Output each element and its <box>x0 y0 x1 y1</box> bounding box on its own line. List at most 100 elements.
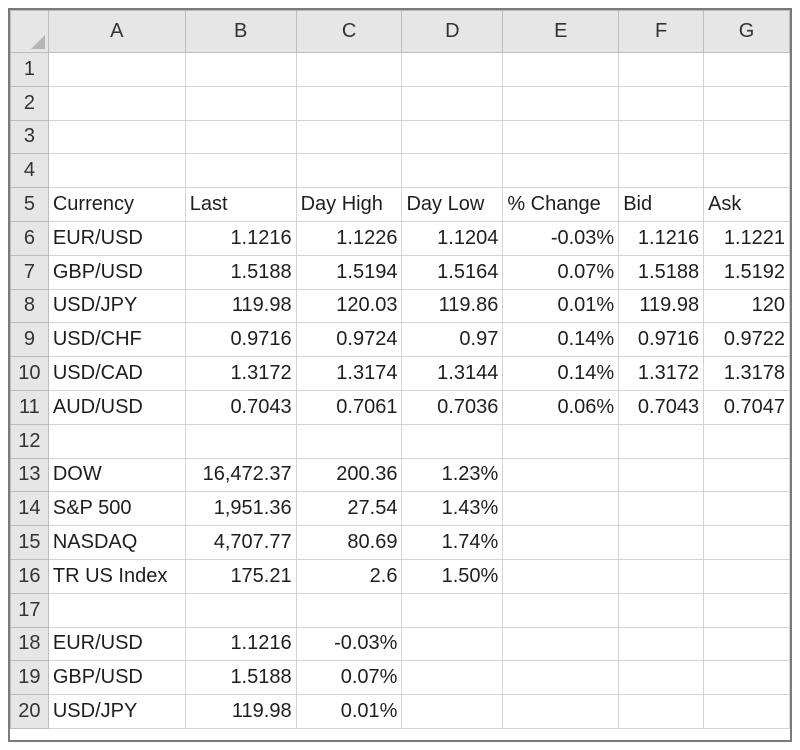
cell-e16[interactable] <box>502 558 620 594</box>
cell-g6[interactable]: 1.1221 <box>703 220 790 256</box>
cell-c3[interactable] <box>295 119 403 155</box>
cell-e14[interactable] <box>502 491 620 527</box>
cell-e17[interactable] <box>502 592 620 628</box>
cell-c20[interactable]: 0.01% <box>295 694 403 729</box>
cell-e8[interactable]: 0.01% <box>502 288 620 324</box>
cell-a9[interactable]: USD/CHF <box>47 322 186 358</box>
cell-b2[interactable] <box>184 85 297 121</box>
cell-c16[interactable]: 2.6 <box>295 558 403 594</box>
cell-e11[interactable]: 0.06% <box>502 389 620 425</box>
cell-d20[interactable] <box>401 694 504 729</box>
cell-c13[interactable]: 200.36 <box>295 457 403 493</box>
cell-g15[interactable] <box>703 525 790 560</box>
cell-d2[interactable] <box>401 85 504 121</box>
cell-b1[interactable] <box>184 52 297 87</box>
cell-e15[interactable] <box>502 525 620 560</box>
cell-a16[interactable]: TR US Index <box>47 558 186 594</box>
cell-g20[interactable] <box>703 694 790 729</box>
cell-b5[interactable]: Last <box>184 187 297 222</box>
cell-d11[interactable]: 0.7036 <box>401 389 504 425</box>
cell-f20[interactable] <box>618 694 705 729</box>
cell-a3[interactable] <box>47 119 186 155</box>
cell-f12[interactable] <box>618 423 705 459</box>
cell-c17[interactable] <box>295 592 403 628</box>
cell-b16[interactable]: 175.21 <box>184 558 297 594</box>
cell-c6[interactable]: 1.1226 <box>295 220 403 256</box>
cell-d16[interactable]: 1.50% <box>401 558 504 594</box>
select-all-corner[interactable] <box>10 10 49 53</box>
cell-f5[interactable]: Bid <box>618 187 705 222</box>
cell-b10[interactable]: 1.3172 <box>184 356 297 391</box>
cell-c5[interactable]: Day High <box>295 187 403 222</box>
cell-a8[interactable]: USD/JPY <box>47 288 186 324</box>
cell-c19[interactable]: 0.07% <box>295 660 403 696</box>
cell-d18[interactable] <box>401 626 504 662</box>
cell-f7[interactable]: 1.5188 <box>618 254 705 290</box>
cell-d4[interactable] <box>401 153 504 189</box>
cell-a12[interactable] <box>47 423 186 459</box>
cell-f8[interactable]: 119.98 <box>618 288 705 324</box>
cell-g16[interactable] <box>703 558 790 594</box>
cell-c15[interactable]: 80.69 <box>295 525 403 560</box>
cell-d17[interactable] <box>401 592 504 628</box>
cell-a11[interactable]: AUD/USD <box>47 389 186 425</box>
cell-d12[interactable] <box>401 423 504 459</box>
row-header[interactable]: 5 <box>10 187 49 222</box>
cell-c9[interactable]: 0.9724 <box>295 322 403 358</box>
row-header[interactable]: 11 <box>10 389 49 425</box>
cell-e9[interactable]: 0.14% <box>502 322 620 358</box>
cell-c18[interactable]: -0.03% <box>295 626 403 662</box>
cell-c10[interactable]: 1.3174 <box>295 356 403 391</box>
cell-d3[interactable] <box>401 119 504 155</box>
row-header[interactable]: 8 <box>10 288 49 324</box>
cell-b8[interactable]: 119.98 <box>184 288 297 324</box>
column-header-g[interactable]: G <box>703 10 790 53</box>
cell-a5[interactable]: Currency <box>47 187 186 222</box>
column-header-b[interactable]: B <box>184 10 297 53</box>
cell-b12[interactable] <box>184 423 297 459</box>
cell-g2[interactable] <box>703 85 790 121</box>
cell-b7[interactable]: 1.5188 <box>184 254 297 290</box>
cell-e6[interactable]: -0.03% <box>502 220 620 256</box>
cell-a4[interactable] <box>47 153 186 189</box>
cell-a10[interactable]: USD/CAD <box>47 356 186 391</box>
cell-e7[interactable]: 0.07% <box>502 254 620 290</box>
cell-g17[interactable] <box>703 592 790 628</box>
cell-c2[interactable] <box>295 85 403 121</box>
cell-e18[interactable] <box>502 626 620 662</box>
cell-d14[interactable]: 1.43% <box>401 491 504 527</box>
cell-d7[interactable]: 1.5164 <box>401 254 504 290</box>
column-header-a[interactable]: A <box>47 10 186 53</box>
row-header[interactable]: 15 <box>10 525 49 560</box>
row-header[interactable]: 20 <box>10 694 49 729</box>
cell-f16[interactable] <box>618 558 705 594</box>
cell-b20[interactable]: 119.98 <box>184 694 297 729</box>
cell-g7[interactable]: 1.5192 <box>703 254 790 290</box>
cell-f3[interactable] <box>618 119 705 155</box>
cell-e1[interactable] <box>502 52 620 87</box>
cell-a20[interactable]: USD/JPY <box>47 694 186 729</box>
cell-b13[interactable]: 16,472.37 <box>184 457 297 493</box>
cell-d6[interactable]: 1.1204 <box>401 220 504 256</box>
row-header[interactable]: 12 <box>10 423 49 459</box>
column-header-c[interactable]: C <box>295 10 403 53</box>
row-header[interactable]: 19 <box>10 660 49 696</box>
row-header[interactable]: 1 <box>10 52 49 87</box>
cell-g13[interactable] <box>703 457 790 493</box>
cell-a15[interactable]: NASDAQ <box>47 525 186 560</box>
cell-c11[interactable]: 0.7061 <box>295 389 403 425</box>
cell-c8[interactable]: 120.03 <box>295 288 403 324</box>
cell-g4[interactable] <box>703 153 790 189</box>
cell-f6[interactable]: 1.1216 <box>618 220 705 256</box>
cell-f19[interactable] <box>618 660 705 696</box>
cell-a17[interactable] <box>47 592 186 628</box>
cell-e20[interactable] <box>502 694 620 729</box>
cell-g14[interactable] <box>703 491 790 527</box>
cell-c7[interactable]: 1.5194 <box>295 254 403 290</box>
row-header[interactable]: 2 <box>10 85 49 121</box>
cell-e2[interactable] <box>502 85 620 121</box>
cell-e13[interactable] <box>502 457 620 493</box>
cell-g3[interactable] <box>703 119 790 155</box>
cell-g8[interactable]: 120 <box>703 288 790 324</box>
cell-e5[interactable]: % Change <box>502 187 620 222</box>
